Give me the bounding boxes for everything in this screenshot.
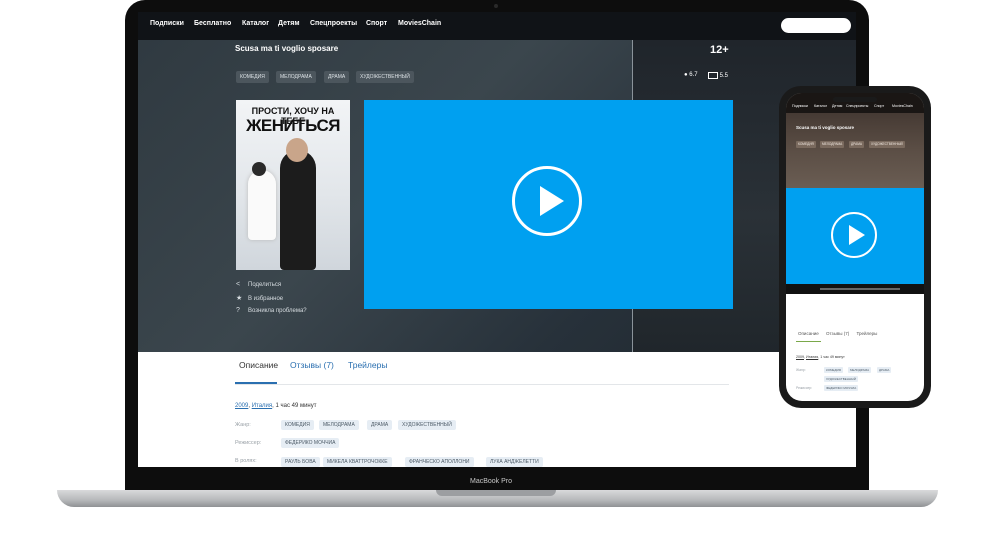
phone-tab-description[interactable]: Описание xyxy=(798,331,819,336)
director-label: Режиссер: xyxy=(235,440,262,446)
play-icon xyxy=(540,186,564,216)
phone-movie-title: Scusa ma ti voglio sposare xyxy=(796,125,855,130)
duration: 1 час 49 минут xyxy=(275,403,317,409)
phone-director-label: Режиссер: xyxy=(796,386,813,390)
poster-figure-groom xyxy=(280,150,316,270)
play-icon xyxy=(849,225,865,245)
tab-divider xyxy=(235,384,729,385)
play-button[interactable] xyxy=(512,166,582,236)
phone-speaker xyxy=(833,97,877,102)
rating-circle-icon: ● xyxy=(684,72,688,78)
phone-play-button[interactable] xyxy=(831,212,877,258)
phone-genre-pill[interactable]: ХУДОЖЕСТВЕННЫЙ xyxy=(824,376,858,382)
age-rating-badge: 12+ xyxy=(710,44,729,56)
phone-nav-item[interactable]: Подписки xyxy=(792,104,808,108)
laptop-base-notch xyxy=(436,490,556,496)
genre-pill[interactable]: МЕЛОДРАМА xyxy=(319,420,359,430)
nav-item[interactable]: Спорт xyxy=(366,20,387,27)
phone-genre-tag[interactable]: КОМЕДИЯ xyxy=(796,141,816,148)
imdb-rating: 5.5 xyxy=(708,72,728,79)
phone-active-tab-indicator xyxy=(796,341,821,342)
poster-title-line2: ЖЕНИТЬСЯ xyxy=(246,116,340,135)
share-icon: < xyxy=(236,281,241,288)
kp-rating-value: 6.7 xyxy=(689,72,698,78)
poster-figure-groom-head xyxy=(286,138,308,162)
movie-poster[interactable]: ПРОСТИ, ХОЧУ НА ТЕБЕ ЖЕНИТЬСЯ xyxy=(236,100,350,270)
favorite-label: В избранное xyxy=(248,296,284,302)
phone-top-navigation: Подписки Каталог Детям Спецпроекты Спорт… xyxy=(786,93,924,113)
phone-genre-tag[interactable]: МЕЛОДРАМА xyxy=(820,141,845,148)
cast-pill[interactable]: РАУЛЬ БОВА xyxy=(281,457,320,467)
movie-title: Scusa ma ti voglio sposare xyxy=(235,44,339,53)
phone-genre-pill[interactable]: ДРАМА xyxy=(877,367,892,373)
year-link[interactable]: 2009 xyxy=(235,403,248,409)
phone-director-pill[interactable]: ФЕДЕРИКО МОЧЧИА xyxy=(824,385,859,391)
cast-pill[interactable]: ЛУКА АНДЖЕЛЕТТИ xyxy=(486,457,543,467)
phone-nav-item[interactable]: MoviesChain xyxy=(892,104,913,108)
laptop-brand-label: MacBook Pro xyxy=(470,478,513,485)
movie-meta: 2009, Италия, 1 час 49 минут xyxy=(235,403,317,409)
phone-video-player[interactable] xyxy=(786,188,924,284)
phone-nav-item[interactable]: Каталог xyxy=(814,104,827,108)
camera xyxy=(494,4,498,8)
cast-pill[interactable]: ФРАНЧЕСКО АПОЛЛОНИ xyxy=(405,457,474,467)
video-player[interactable] xyxy=(364,100,733,309)
phone-country-link[interactable]: Италия xyxy=(806,355,818,359)
tab-trailers[interactable]: Трейлеры xyxy=(348,360,387,370)
phone-movie-meta: 2009, Италия, 1 час 49 минут xyxy=(796,355,845,359)
country-link[interactable]: Италия xyxy=(252,403,272,409)
phone-genre-label: Жанр: xyxy=(796,368,806,372)
poster-figure-bride xyxy=(248,170,276,240)
genre-label: Жанр: xyxy=(235,422,251,428)
phone-tab-reviews[interactable]: Отзывы (7) xyxy=(826,331,849,336)
nav-item[interactable]: Спецпроекты xyxy=(310,20,357,27)
top-navigation: Подписки Бесплатно Каталог Детям Спецпро… xyxy=(138,12,856,40)
phone-nav-item[interactable]: Детям xyxy=(832,104,842,108)
genre-tag[interactable]: МЕЛОДРАМА xyxy=(276,71,316,83)
phone-nav-item[interactable]: Спорт xyxy=(874,104,884,108)
tab-description[interactable]: Описание xyxy=(239,360,278,370)
nav-item[interactable]: Каталог xyxy=(242,20,269,27)
phone-tab-trailers[interactable]: Трейлеры xyxy=(856,331,877,336)
favorite-action[interactable]: ★ В избранное xyxy=(236,294,283,302)
director-pill[interactable]: ФЕДЕРИКО МОЧЧИА xyxy=(281,438,340,448)
tab-reviews[interactable]: Отзывы (7) xyxy=(290,360,334,370)
phone-content-tabs: Описание Отзывы (7) Трейлеры xyxy=(798,331,877,336)
phone-year-link[interactable]: 2009 xyxy=(796,355,804,359)
search-input[interactable] xyxy=(781,18,851,33)
nav-item[interactable]: Бесплатно xyxy=(194,20,231,27)
phone-nav-item[interactable]: Спецпроекты xyxy=(846,104,868,108)
imdb-rating-value: 5.5 xyxy=(719,73,729,80)
question-icon: ? xyxy=(236,307,240,314)
nav-item[interactable]: Подписки xyxy=(150,20,184,27)
phone-duration: 1 час 49 минут xyxy=(820,355,845,359)
phone-genre-pill[interactable]: КОМЕДИЯ xyxy=(824,367,843,373)
laptop-screen: Подписки Бесплатно Каталог Детям Спецпро… xyxy=(138,12,856,467)
nav-item[interactable]: MoviesChain xyxy=(398,20,441,27)
phone-genre-pill[interactable]: МЕЛОДРАМА xyxy=(848,367,872,373)
kp-rating: ● 6.7 xyxy=(684,72,698,78)
share-action[interactable]: < Поделиться xyxy=(236,281,281,288)
genre-tag[interactable]: ДРАМА xyxy=(324,71,350,83)
genre-pill[interactable]: ДРАМА xyxy=(367,420,393,430)
phone-video-controls[interactable] xyxy=(786,284,924,294)
report-problem-label: Возникла проблема? xyxy=(248,308,307,314)
share-label: Поделиться xyxy=(248,282,282,288)
progress-bar[interactable] xyxy=(820,288,900,290)
imdb-icon xyxy=(708,72,718,79)
cast-label: В ролях: xyxy=(235,458,257,464)
genre-pill[interactable]: ХУДОЖЕСТВЕННЫЙ xyxy=(398,420,456,430)
poster-figure-bride-head xyxy=(252,162,266,176)
phone-genre-tag[interactable]: ДРАМА xyxy=(849,141,864,148)
genre-tag[interactable]: ХУДОЖЕСТВЕННЫЙ xyxy=(356,71,414,83)
genre-tag[interactable]: КОМЕДИЯ xyxy=(236,71,269,83)
nav-item[interactable]: Детям xyxy=(278,20,300,27)
report-problem-action[interactable]: ? Возникла проблема? xyxy=(236,307,307,314)
phone-genre-tag[interactable]: ХУДОЖЕСТВЕННЫЙ xyxy=(869,141,905,148)
genre-pill[interactable]: КОМЕДИЯ xyxy=(281,420,314,430)
star-icon: ★ xyxy=(236,295,243,302)
cast-pill[interactable]: МИКЕЛА КВАТТРОЧОККЕ xyxy=(323,457,392,467)
phone-screen: Подписки Каталог Детям Спецпроекты Спорт… xyxy=(786,93,924,401)
